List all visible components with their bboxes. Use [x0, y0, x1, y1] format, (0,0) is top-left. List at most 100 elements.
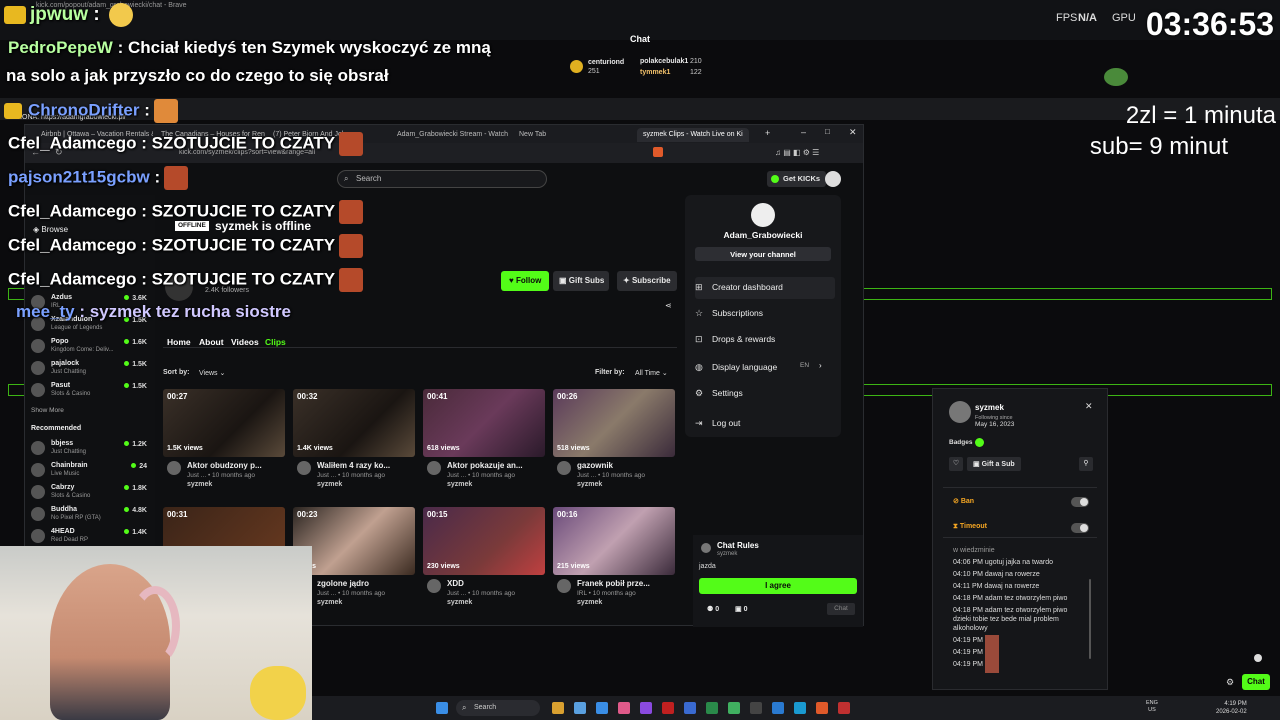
avatar — [557, 579, 571, 593]
filter-select[interactable]: All Time ⌄ — [635, 369, 668, 377]
chat-button[interactable]: Chat — [1242, 674, 1270, 690]
overlay-message: Cfel_Adamcego : SZOTUJCIE TO CZATY — [8, 268, 364, 292]
show-more-link[interactable]: Show More — [31, 407, 64, 414]
clip-card[interactable]: 00:32 1.4K views Waliłem 4 razy ko... Just … — [293, 389, 415, 499]
agree-button[interactable]: I agree — [699, 578, 857, 594]
tab-new[interactable]: New Tab — [513, 128, 623, 142]
webcam-feed — [0, 546, 312, 720]
clip-card[interactable]: 00:27 1.5K views Aktor obudzony p... Just .… — [163, 389, 285, 499]
close-icon[interactable]: ✕ — [1085, 401, 1093, 412]
follow-button[interactable]: ♥ Follow — [501, 271, 549, 291]
scroll-down-icon[interactable] — [1254, 654, 1262, 662]
heart-icon[interactable]: ♡ — [949, 457, 963, 471]
log-line: dzieki tobie tez bede mial problem — [953, 616, 1059, 623]
clip-title: Franek pobił prze... — [577, 579, 650, 588]
overlay-message: pajson21t15gcbw : — [8, 166, 189, 190]
brave-shield-icon[interactable] — [653, 147, 663, 157]
search-input[interactable]: ⌕ Search — [337, 170, 547, 188]
sidebar-item-chainbrain[interactable]: Chainbrain Live Music 24 — [31, 461, 151, 483]
clip-views: 518 views — [557, 445, 590, 452]
share-icon[interactable]: ⋖ — [665, 301, 672, 310]
clip-meta: Just ... • 10 months ago — [447, 590, 516, 597]
maximize-icon[interactable]: □ — [825, 127, 830, 136]
extensions-icon[interactable]: ♫ ▤ ◧ ⚙ ☰ — [775, 148, 819, 157]
app-icon[interactable] — [772, 702, 784, 714]
edge-icon[interactable] — [794, 702, 806, 714]
ban-option[interactable]: ⊘ Ban — [953, 497, 974, 505]
tab-clips[interactable]: Clips — [265, 337, 286, 347]
sidebar-item-pajalock[interactable]: pajalock Just Chatting 1.5K — [31, 359, 151, 381]
app-icon[interactable] — [750, 702, 762, 714]
clip-card[interactable]: 00:16 215 views Franek pobił prze... IRL • … — [553, 507, 675, 617]
files-icon[interactable] — [552, 702, 564, 714]
crown-emote-icon — [4, 6, 26, 24]
smile-emote-icon — [108, 3, 133, 27]
sidebar-item-popo[interactable]: Popo Kingdom Come: Deliv... 1.6K — [31, 337, 151, 359]
app-icon[interactable] — [640, 702, 652, 714]
scrollbar[interactable] — [1089, 579, 1091, 659]
clip-card[interactable]: 00:41 618 views Aktor pokazuje an... Just .… — [423, 389, 545, 499]
search-placeholder: Search — [356, 174, 382, 183]
timeout-option[interactable]: ⧗ Timeout — [953, 523, 987, 531]
sidebar-item-pasut[interactable]: Pasut Slots & Casino 1.5K — [31, 381, 151, 403]
clip-card[interactable]: 00:26 518 views gazownik Just ... • 10 mont… — [553, 389, 675, 499]
mail-icon[interactable] — [684, 702, 696, 714]
menu-display-language[interactable]: ◍ Display language EN › — [695, 357, 835, 379]
sidebar-item-cabrzy[interactable]: Cabrzy Slots & Casino 1.8K — [31, 483, 151, 505]
menu-item-label: Settings — [712, 388, 743, 398]
app-icon[interactable] — [618, 702, 630, 714]
tab-adam-stream[interactable]: Adam_Grabowiecki Stream - Watch — [391, 128, 509, 142]
tab-home[interactable]: Home — [167, 337, 191, 347]
overlay-user: Cfel_Adamcego — [8, 133, 137, 153]
menu-logout[interactable]: ⇥ Log out — [695, 413, 835, 435]
subscribe-button[interactable]: ✦ Subscribe — [617, 271, 677, 291]
clip-title: XDD — [447, 579, 464, 588]
channel-name: Buddha — [51, 506, 78, 513]
clip-author: syzmek — [577, 599, 603, 606]
system-clock[interactable]: 4:19 PM 2026-02-02 — [1216, 700, 1247, 716]
hourglass-icon: ⧗ — [953, 523, 960, 530]
menu-settings[interactable]: ⚙ Settings — [695, 383, 835, 405]
app-icon[interactable] — [838, 702, 850, 714]
app-icon[interactable] — [728, 702, 740, 714]
tab-about[interactable]: About — [199, 337, 224, 347]
menu-subscriptions[interactable]: ☆ Subscriptions — [695, 303, 835, 325]
clip-title: zgolone jądro — [317, 579, 369, 588]
menu-creator-dashboard[interactable]: ⊞ Creator dashboard — [695, 277, 835, 299]
language-indicator[interactable]: ENG US — [1146, 700, 1158, 714]
overlay-message: Cfel_Adamcego : SZOTUJCIE TO CZATY — [8, 132, 364, 156]
gift-subs-button[interactable]: ▣ Gift Subs — [553, 271, 609, 291]
get-kicks-button[interactable]: Get KICKs — [767, 171, 827, 187]
taskbar-search[interactable]: ⌕ Search — [456, 700, 540, 716]
sort-select[interactable]: Views ⌄ — [199, 369, 225, 377]
sidebar-item-buddha[interactable]: Buddha No Pixel RP (GTA) 4.8K — [31, 505, 151, 527]
ban-toggle[interactable] — [1071, 497, 1089, 507]
windows-start-icon[interactable] — [436, 702, 448, 714]
close-window-icon[interactable]: ✕ — [849, 127, 857, 138]
app-icon[interactable] — [706, 702, 718, 714]
viewer-count: 1.8K — [124, 485, 147, 492]
tab-syzmek-clips[interactable]: syzmek Clips - Watch Live on Ki — [637, 128, 749, 142]
sidebar-browse[interactable]: ◈ Browse — [33, 225, 68, 234]
clip-duration: 00:32 — [297, 392, 318, 401]
clip-card[interactable]: 00:15 230 views XDD Just ... • 10 months ag… — [423, 507, 545, 617]
brave-icon[interactable] — [816, 702, 828, 714]
gift-sub-button[interactable]: ▣ Gift a Sub — [967, 457, 1021, 471]
chat-send-button[interactable]: Chat — [827, 603, 855, 615]
menu-drops[interactable]: ⊡ Drops & rewards — [695, 329, 835, 351]
timeout-toggle[interactable] — [1071, 523, 1089, 533]
new-tab-plus-icon[interactable]: + — [765, 128, 770, 138]
user-dropdown-menu: Adam_Grabowiecki View your channel ⊞ Crea… — [685, 195, 841, 437]
price-info-line2: sub= 9 minut — [1089, 133, 1228, 160]
sidebar-item-bbjess[interactable]: bbjess Just Chatting 1.2K — [31, 439, 151, 461]
user-avatar[interactable] — [825, 171, 841, 187]
view-channel-button[interactable]: View your channel — [695, 247, 831, 261]
app-icon[interactable] — [596, 702, 608, 714]
pin-icon[interactable]: ⚲ — [1079, 457, 1093, 471]
tab-videos[interactable]: Videos — [231, 337, 259, 347]
minimize-icon[interactable]: – — [801, 127, 806, 137]
clip-title: gazownik — [577, 461, 614, 470]
app-icon[interactable] — [662, 702, 674, 714]
app-icon[interactable] — [574, 702, 586, 714]
settings-gear-icon[interactable]: ⚙ — [1226, 677, 1234, 688]
